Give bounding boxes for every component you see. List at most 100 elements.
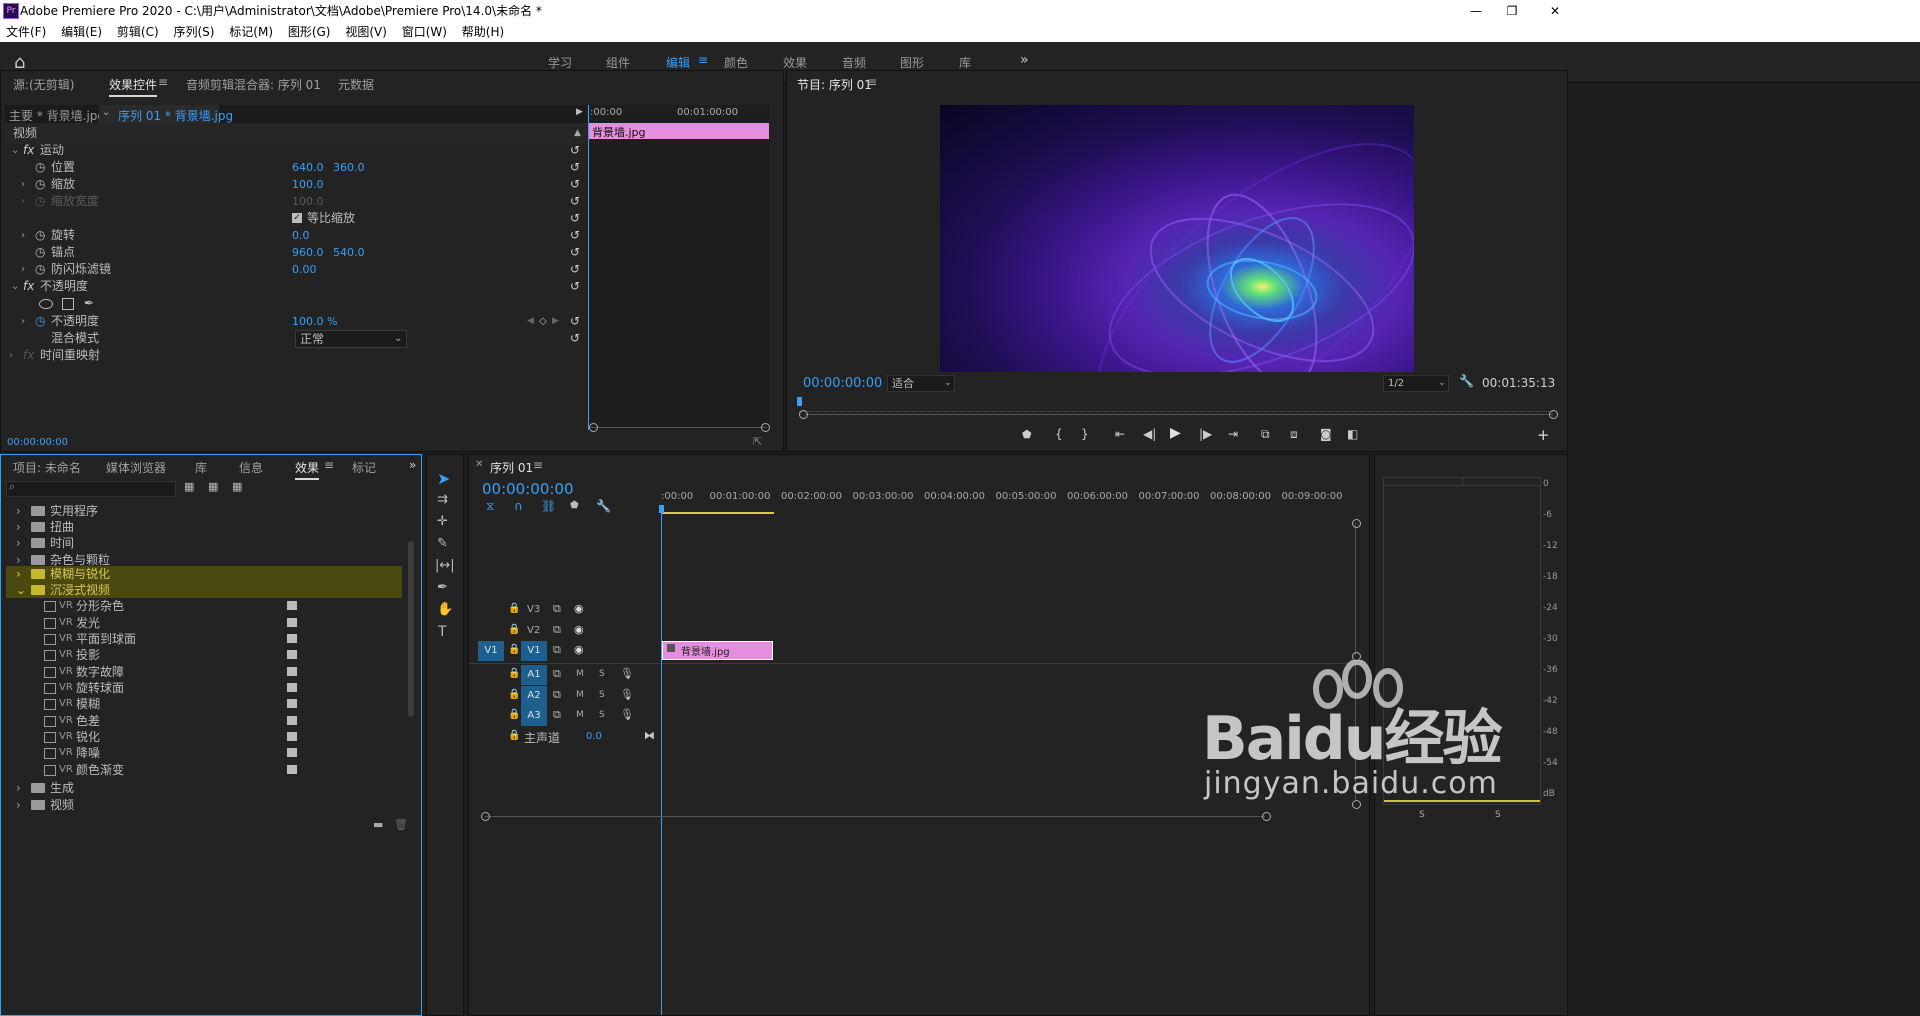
delete-icon[interactable]: 🗑 — [394, 818, 408, 831]
program-time-ruler[interactable] — [799, 401, 1553, 412]
program-monitor-title[interactable]: 节目: 序列 01 — [797, 76, 872, 95]
lock-icon[interactable]: 🔒 — [508, 668, 520, 679]
mark-out-icon[interactable]: } — [1081, 427, 1089, 441]
workspace-editing[interactable]: 编辑 — [666, 54, 690, 71]
yuv-effects-icon[interactable]: ▦ — [232, 480, 242, 493]
workspace-menu-icon[interactable]: ≡ — [698, 53, 708, 67]
h-scroll-handle-right[interactable] — [1262, 812, 1271, 821]
menu-view[interactable]: 视图(V) — [345, 25, 387, 39]
32bit-effects-icon[interactable]: ▦ — [208, 480, 218, 493]
linked-selection-icon[interactable]: ⛓ — [541, 499, 556, 513]
sync-lock-icon[interactable]: ⧉ — [553, 667, 561, 681]
program-scrollbar[interactable] — [805, 414, 1553, 415]
chevron-right-icon[interactable]: › — [16, 795, 21, 816]
microphone-icon[interactable]: 🎙 — [620, 708, 634, 721]
h-scroll-handle-left[interactable] — [481, 812, 490, 821]
menu-sequence[interactable]: 序列(S) — [173, 25, 214, 39]
fit-select[interactable]: 适合 ⌄ — [887, 375, 955, 392]
workspace-effects[interactable]: 效果 — [783, 54, 807, 71]
solo-button[interactable]: S — [599, 710, 605, 720]
program-scroll-handle-left[interactable] — [799, 410, 808, 419]
tab-project[interactable]: 项目: 未命名 — [13, 459, 81, 476]
workspace-more[interactable]: » — [1020, 52, 1029, 68]
sync-lock-icon[interactable]: ⧉ — [553, 688, 561, 702]
solo-left-button[interactable]: S — [1419, 810, 1425, 820]
track-a3-label[interactable]: A3 — [521, 706, 547, 726]
vr-effect-item[interactable]: VR 数字故障 — [6, 664, 406, 680]
workspace-audio[interactable]: 音频 — [842, 54, 866, 71]
solo-button[interactable]: S — [599, 669, 605, 679]
solo-right-button[interactable]: S — [1495, 810, 1501, 820]
extract-icon[interactable]: ⧈ — [1290, 427, 1298, 442]
tab-metadata[interactable]: 元数据 — [338, 76, 374, 93]
ec-scroll-handle-right[interactable] — [761, 423, 770, 432]
timeline-v-scrollbar[interactable] — [1355, 523, 1356, 655]
microphone-icon[interactable]: 🎙 — [620, 667, 634, 680]
ripple-edit-tool-icon[interactable]: ✛ — [437, 514, 448, 529]
mute-button[interactable]: M — [576, 669, 584, 679]
lock-icon[interactable]: 🔒 — [508, 603, 520, 614]
menu-marker[interactable]: 标记(M) — [229, 25, 273, 39]
tab-markers[interactable]: 标记 — [352, 459, 376, 476]
workspace-graphics[interactable]: 图形 — [900, 54, 924, 71]
vr-effect-item[interactable]: VR 投影 — [6, 647, 406, 663]
selection-tool-icon[interactable]: ➤ — [437, 469, 450, 488]
vr-effect-item[interactable]: VR 模糊 — [6, 696, 406, 712]
lock-icon[interactable]: 🔒 — [508, 730, 520, 741]
snap-icon[interactable]: ∩ — [514, 499, 523, 513]
v1-clip[interactable]: 背景墙.jpg — [662, 641, 773, 660]
maximize-button[interactable]: ❐ — [1502, 0, 1522, 22]
close-button[interactable]: ✕ — [1545, 0, 1565, 22]
slip-tool-icon[interactable]: |↔| — [435, 558, 455, 573]
more-tabs-icon[interactable]: » — [409, 458, 416, 472]
vr-effect-item[interactable]: VR 色差 — [6, 713, 406, 729]
add-marker-icon[interactable]: ⬟ — [570, 500, 579, 511]
lock-icon[interactable]: 🔒 — [508, 624, 520, 635]
solo-button[interactable]: S — [599, 690, 605, 700]
eye-icon[interactable]: ◉ — [574, 602, 584, 615]
timeline-settings-icon[interactable]: 🔧 — [596, 499, 611, 513]
track-v3-label[interactable]: V3 — [527, 604, 540, 615]
effects-search-input[interactable]: ⌕ — [6, 480, 176, 497]
track-v2-label[interactable]: V2 — [527, 625, 540, 636]
ec-timecode[interactable]: 00:00:00:00 — [7, 437, 68, 448]
uniform-scale-checkbox[interactable]: ✓ — [292, 213, 302, 223]
menu-file[interactable]: 文件(F) — [6, 25, 46, 39]
v-scroll-handle-top[interactable] — [1352, 519, 1361, 528]
export-frame-icon[interactable]: ◙ — [1320, 427, 1332, 441]
lock-icon[interactable]: 🔒 — [508, 689, 520, 700]
effects-scrollbar[interactable] — [408, 541, 414, 717]
menu-graphics[interactable]: 图形(G) — [288, 25, 331, 39]
work-area-bar[interactable] — [662, 512, 774, 514]
lift-icon[interactable]: ⧉ — [1261, 427, 1270, 442]
panel-menu-icon[interactable]: ≡ — [533, 458, 543, 472]
razor-tool-icon[interactable]: ✎ — [437, 536, 448, 551]
panel-menu-icon[interactable]: ≡ — [158, 75, 168, 89]
tab-effect-controls[interactable]: 效果控件 — [109, 76, 158, 97]
step-back-icon[interactable]: ◀| — [1143, 427, 1156, 441]
go-to-out-icon[interactable]: ⇥ — [1228, 427, 1238, 441]
vr-effect-item[interactable]: VR 旋转球面 — [6, 680, 406, 696]
track-a2-label[interactable]: A2 — [521, 686, 547, 706]
mute-button[interactable]: M — [576, 710, 584, 720]
nest-toggle-icon[interactable]: ⧖ — [486, 499, 494, 514]
program-video-frame[interactable] — [940, 105, 1414, 372]
playhead-handle[interactable] — [659, 505, 664, 513]
ec-scrollbar[interactable] — [591, 427, 767, 428]
workspace-assembly[interactable]: 组件 — [606, 54, 630, 71]
workspace-learn[interactable]: 学习 — [548, 54, 572, 71]
tab-libraries[interactable]: 库 — [195, 459, 207, 476]
mute-button[interactable]: M — [576, 690, 584, 700]
tab-media-browser[interactable]: 媒体浏览器 — [106, 459, 166, 476]
minimize-button[interactable]: — — [1466, 0, 1486, 22]
ec-export-icon[interactable]: ⇱ — [753, 435, 762, 448]
vr-effect-item[interactable]: VR 发光 — [6, 615, 406, 631]
comparison-view-icon[interactable]: ◧ — [1347, 427, 1358, 441]
eye-icon[interactable]: ◉ — [574, 643, 584, 656]
ec-playhead[interactable] — [588, 105, 589, 430]
type-tool-icon[interactable]: T — [438, 624, 447, 640]
master-track-value[interactable]: 0.0 — [586, 731, 602, 742]
eye-icon[interactable]: ◉ — [574, 623, 584, 636]
menu-edit[interactable]: 编辑(E) — [61, 25, 102, 39]
sync-lock-icon[interactable]: ⧉ — [553, 643, 561, 657]
